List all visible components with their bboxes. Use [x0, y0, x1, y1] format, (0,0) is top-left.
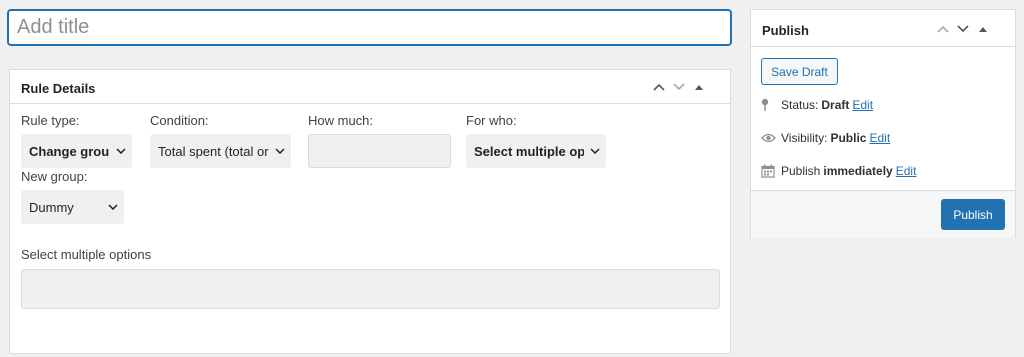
move-up-button[interactable]: [649, 76, 669, 98]
new-group-select[interactable]: Dummy: [21, 190, 124, 224]
rule-type-label: Rule type:: [21, 113, 80, 128]
status-value: Draft: [821, 98, 850, 112]
rule-details-header: Rule Details: [10, 70, 730, 104]
condition-value: Total spent (total or: [158, 143, 269, 159]
save-draft-button[interactable]: Save Draft: [761, 58, 838, 85]
visibility-edit-link[interactable]: Edit: [869, 131, 890, 145]
triangle-up-icon: [695, 85, 703, 90]
new-group-label: New group:: [21, 169, 88, 184]
chevron-up-icon: [653, 83, 665, 91]
calendar-icon: [761, 164, 781, 178]
rule-details-title: Rule Details: [21, 81, 96, 96]
visibility-value: Public: [830, 131, 867, 145]
new-group-value: Dummy: [29, 199, 74, 215]
publish-time-edit-link[interactable]: Edit: [896, 164, 917, 178]
major-publishing-actions: Publish: [751, 190, 1015, 238]
publish-box: Publish Save Draft Status: Draft Edit Vi…: [750, 9, 1016, 238]
select-chevron-icon: [102, 204, 124, 210]
publish-button[interactable]: Publish: [941, 199, 1005, 230]
pin-icon: [761, 98, 781, 112]
chevron-down-icon: [673, 83, 685, 91]
multi-select-label: Select multiple options: [21, 247, 152, 262]
for-who-label: For who:: [466, 113, 517, 128]
publish-header: Publish: [751, 10, 1015, 47]
condition-select[interactable]: Total spent (total or: [150, 134, 291, 168]
multi-select-input[interactable]: [21, 269, 720, 309]
publish-time-label: Publish: [781, 164, 821, 178]
publish-handle-actions: [933, 18, 993, 40]
condition-label: Condition:: [150, 113, 209, 128]
rule-box-handle-actions: [649, 76, 709, 98]
rule-type-select[interactable]: Change group: [21, 134, 132, 168]
chevron-down-icon: [957, 25, 969, 33]
select-chevron-icon: [584, 148, 606, 154]
how-much-label: How much:: [308, 113, 374, 128]
select-chevron-icon: [269, 148, 291, 154]
triangle-up-icon: [979, 27, 987, 32]
rule-type-value: Change group: [29, 143, 110, 159]
publish-title: Publish: [762, 23, 809, 38]
title-input[interactable]: [7, 9, 732, 46]
visibility-row: Visibility: Public Edit: [761, 129, 890, 147]
how-much-input[interactable]: [308, 134, 451, 168]
move-down-button[interactable]: [953, 18, 973, 40]
status-label: Status:: [781, 98, 819, 112]
publish-time-row: Publish immediately Edit: [761, 162, 916, 180]
for-who-value: Select multiple opti: [474, 143, 584, 159]
rule-details-box: Rule Details Rule type: Condition: How m…: [9, 69, 731, 354]
for-who-select[interactable]: Select multiple opti: [466, 134, 606, 168]
toggle-panel-button[interactable]: [689, 76, 709, 98]
move-up-button[interactable]: [933, 18, 953, 40]
status-edit-link[interactable]: Edit: [852, 98, 873, 112]
publish-time-value: immediately: [823, 164, 893, 178]
select-chevron-icon: [110, 148, 132, 154]
visibility-label: Visibility:: [781, 131, 828, 145]
toggle-panel-button[interactable]: [973, 18, 993, 40]
eye-icon: [761, 133, 781, 143]
status-row: Status: Draft Edit: [761, 96, 873, 114]
chevron-up-icon: [937, 25, 949, 33]
move-down-button[interactable]: [669, 76, 689, 98]
